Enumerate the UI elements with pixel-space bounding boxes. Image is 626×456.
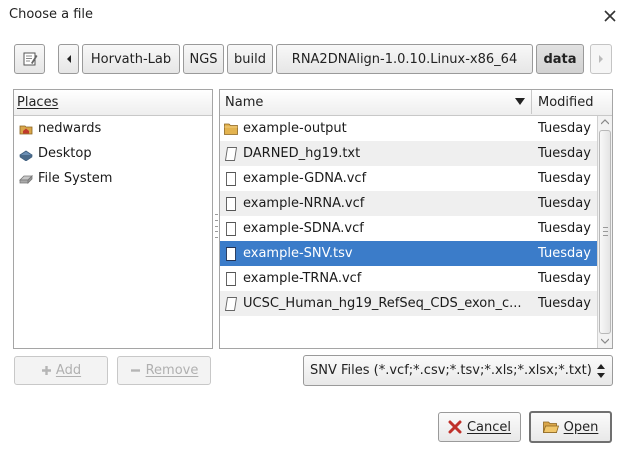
name-column-header[interactable]: Name [220, 90, 532, 114]
file-icon [224, 271, 238, 286]
scroll-up-icon[interactable] [601, 119, 609, 125]
open-button[interactable]: Open [529, 411, 612, 443]
file-type-filter-value: SNV Files (*.vcf;*.csv;*.tsv;*.xls;*.xls… [310, 363, 592, 378]
file-name: example-SNV.tsv [243, 246, 353, 261]
name-column-label: Name [225, 94, 264, 110]
vertical-scrollbar[interactable] [597, 116, 612, 348]
place-label: Desktop [38, 146, 92, 161]
close-button[interactable] [598, 4, 622, 28]
file-name: example-output [243, 121, 347, 136]
open-label: Open [563, 419, 599, 435]
places-header[interactable]: Places [14, 90, 212, 116]
scrollbar-thumb[interactable] [599, 130, 611, 334]
drive-icon [19, 172, 33, 186]
minus-icon [130, 369, 140, 372]
place-label: nedwards [38, 121, 102, 136]
file-modified: Tuesday [538, 221, 591, 236]
file-name: example-NRNA.vcf [243, 196, 365, 211]
close-icon [604, 10, 616, 22]
file-row[interactable]: example-output Tuesday [220, 116, 597, 141]
open-folder-icon [542, 421, 559, 433]
path-segment-ngs[interactable]: NGS [183, 44, 224, 74]
file-icon [224, 246, 238, 261]
path-segment-rna2dnalign[interactable]: RNA2DNAlign-1.0.10.Linux-x86_64 [276, 44, 533, 74]
path-segment-data[interactable]: data [536, 44, 584, 74]
file-modified: Tuesday [538, 271, 591, 286]
scrollbar-grip-line [603, 231, 608, 232]
edit-location-button[interactable] [14, 44, 45, 74]
updown-arrows-icon [597, 364, 605, 378]
file-name: DARNED_hg19.txt [243, 146, 361, 161]
places-header-label: Places [17, 95, 59, 110]
path-segment-label: NGS [189, 51, 218, 67]
file-row[interactable]: UCSC_Human_hg19_RefSeq_CDS_exon_c... Tue… [220, 291, 597, 316]
folder-icon [224, 122, 238, 136]
place-item-home[interactable]: nedwards [14, 116, 212, 141]
file-list-pane: Name Modified example-output Tuesday DAR… [219, 89, 613, 349]
scroll-down-icon[interactable] [601, 338, 609, 344]
arrow-right-icon [599, 55, 603, 63]
file-modified: Tuesday [538, 171, 591, 186]
path-segment-label: RNA2DNAlign-1.0.10.Linux-x86_64 [291, 51, 518, 67]
sort-descending-icon [515, 98, 525, 105]
places-pane: Places nedwards Desktop File System [13, 89, 213, 349]
path-scroll-left-button[interactable] [58, 44, 79, 74]
path-segment-build[interactable]: build [227, 44, 273, 74]
modified-column-label: Modified [538, 94, 594, 110]
add-bookmark-button[interactable]: Add [14, 356, 108, 385]
title-bar [0, 0, 626, 32]
text-file-icon [224, 146, 238, 161]
path-segment-label: Horvath-Lab [90, 51, 172, 67]
place-label: File System [38, 171, 113, 186]
place-item-desktop[interactable]: Desktop [14, 141, 212, 166]
file-modified: Tuesday [538, 246, 591, 261]
path-segment-label: build [234, 51, 266, 67]
file-icon [224, 196, 238, 211]
edit-location-icon [23, 52, 37, 66]
desktop-icon [19, 147, 33, 161]
file-type-filter-select[interactable]: SNV Files (*.vcf;*.csv;*.tsv;*.xls;*.xls… [303, 355, 613, 386]
plus-icon [41, 366, 51, 375]
file-row[interactable]: example-NRNA.vcf Tuesday [220, 191, 597, 216]
file-modified: Tuesday [538, 121, 591, 136]
place-item-filesystem[interactable]: File System [14, 166, 212, 191]
cancel-button[interactable]: Cancel [438, 412, 521, 442]
cancel-label: Cancel [466, 419, 512, 435]
file-modified: Tuesday [538, 296, 591, 311]
file-name: example-SDNA.vcf [243, 221, 364, 236]
file-icon [224, 171, 238, 186]
file-row-selected[interactable]: example-SNV.tsv Tuesday [220, 241, 597, 266]
file-modified: Tuesday [538, 146, 591, 161]
file-name: example-GDNA.vcf [243, 171, 367, 186]
file-row[interactable]: example-SDNA.vcf Tuesday [220, 216, 597, 241]
modified-column-header[interactable]: Modified [533, 90, 612, 114]
file-list-header: Name Modified [220, 90, 612, 116]
text-file-icon [224, 296, 238, 311]
add-label: Add [55, 363, 82, 378]
file-rows: example-output Tuesday DARNED_hg19.txt T… [220, 116, 597, 316]
path-scroll-right-button[interactable] [590, 44, 612, 74]
path-segment-horvath-lab[interactable]: Horvath-Lab [82, 44, 180, 74]
file-row[interactable]: example-GDNA.vcf Tuesday [220, 166, 597, 191]
dialog-title: Choose a file [9, 7, 94, 22]
file-row[interactable]: example-TRNA.vcf Tuesday [220, 266, 597, 291]
file-name: example-TRNA.vcf [243, 271, 362, 286]
file-icon [224, 221, 238, 236]
cancel-icon [448, 420, 462, 434]
file-modified: Tuesday [538, 196, 591, 211]
home-folder-icon [19, 122, 33, 136]
remove-bookmark-button[interactable]: Remove [117, 356, 211, 385]
file-row[interactable]: DARNED_hg19.txt Tuesday [220, 141, 597, 166]
file-name: UCSC_Human_hg19_RefSeq_CDS_exon_c... [243, 296, 522, 311]
path-segment-label: data [543, 51, 577, 67]
arrow-left-icon [66, 55, 71, 63]
remove-label: Remove [145, 363, 199, 378]
